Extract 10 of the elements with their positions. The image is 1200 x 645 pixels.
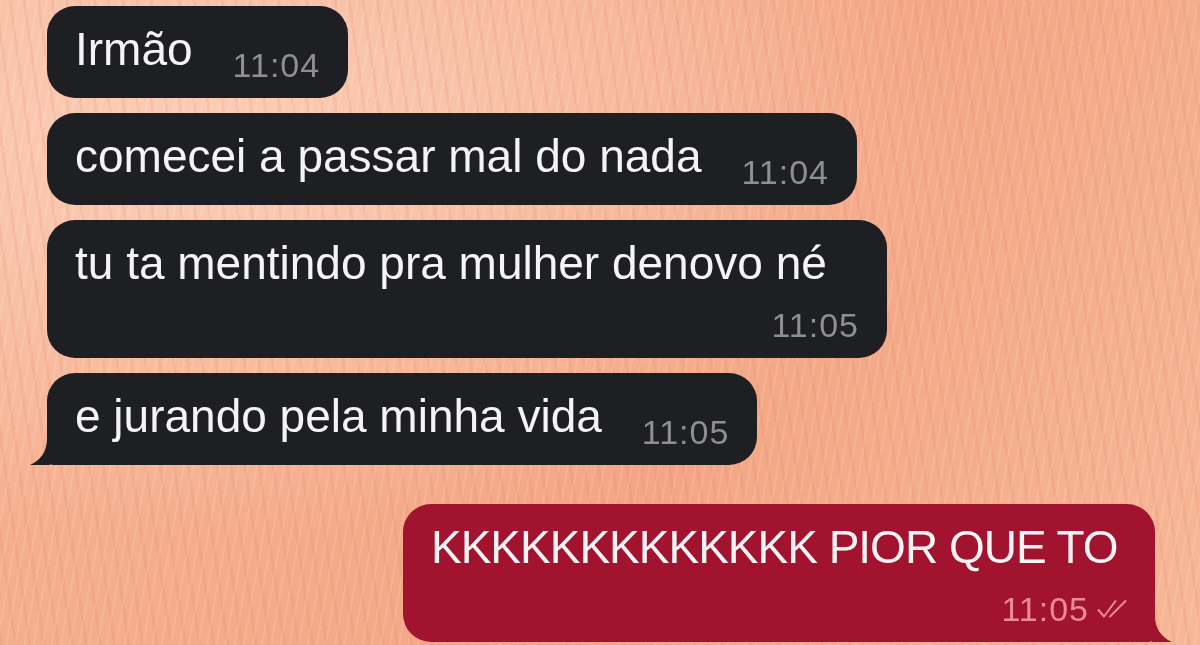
message-text: e jurando pela minha vida (75, 390, 602, 442)
message-time: 11:05 (771, 305, 859, 345)
message-text: comecei a passar mal do nada (75, 130, 702, 182)
message-time: 11:04 (232, 45, 321, 85)
message-time: 11:04 (741, 152, 830, 192)
message-time: 11:05 (1001, 589, 1089, 629)
message-text: tu ta mentindo pra mulher denovo né (75, 237, 827, 289)
message-text: Irmão (75, 23, 193, 75)
message-text: KKKKKKKKKKKKK PIOR QUE TO (431, 521, 1118, 573)
message-time: 11:05 (641, 412, 730, 452)
